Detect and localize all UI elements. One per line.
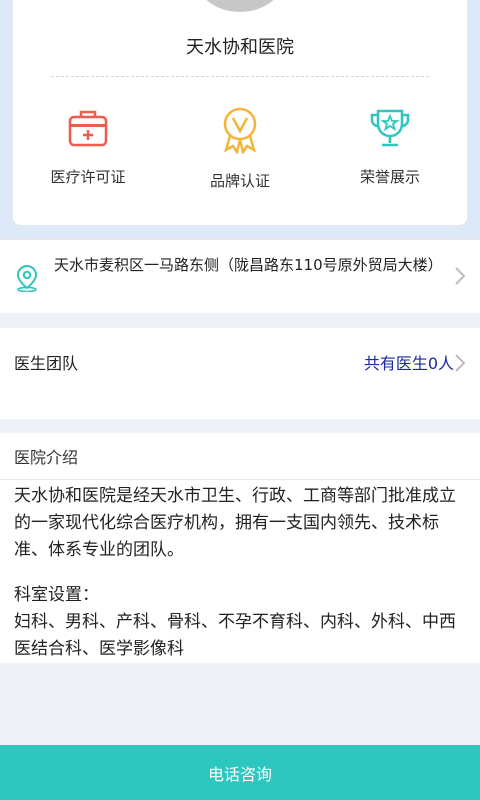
address-text: 天水市麦积区一马路东侧（陇昌路东110号原外贸局大楼）: [54, 256, 443, 274]
departments-list: 妇科、男科、产科、骨科、不孕不育科、内科、外科、中西医结合科、医学影像科: [14, 612, 456, 659]
phone-consult-button[interactable]: 电话咨询: [0, 745, 480, 800]
feature-label: 荣誉展示: [359, 168, 420, 186]
feature-honors[interactable]: 荣誉展示: [315, 106, 465, 187]
hospital-card: 天水协和医院 医疗许可证 品牌认证 荣誉展示: [13, 0, 467, 225]
hospital-name: 天水协和医院: [186, 37, 294, 58]
intro-title: 医院介绍: [14, 448, 79, 467]
dashed-divider: [51, 76, 429, 77]
chevron-right-icon: [455, 267, 466, 285]
intro-body: 天水协和医院是经天水市卫生、行政、工商等部门批准成立的一家现代化综合医疗机构，拥…: [14, 486, 456, 560]
chevron-right-icon: [455, 354, 466, 372]
feature-label: 品牌认证: [209, 172, 270, 190]
hospital-avatar: [195, 0, 285, 12]
doctor-count: 共有医生0人: [363, 354, 454, 373]
departments-title: 科室设置：: [14, 585, 99, 605]
brand-medal-icon: [223, 107, 257, 154]
address-row[interactable]: 天水市麦积区一马路东侧（陇昌路东110号原外贸局大楼）: [0, 239, 480, 313]
hospital-intro-section: 医院介绍 天水协和医院是经天水市卫生、行政、工商等部门批准成立的一家现代化综合医…: [0, 433, 480, 663]
feature-brand-certification[interactable]: 品牌认证: [165, 106, 315, 191]
doctor-team-title: 医生团队: [14, 354, 79, 373]
location-pin-icon: [16, 264, 38, 292]
doctor-team-row[interactable]: 医生团队 共有医生0人: [0, 328, 480, 419]
trophy-icon: [370, 109, 410, 147]
medical-kit-icon: [68, 110, 108, 147]
feature-medical-license[interactable]: 医疗许可证: [13, 106, 163, 187]
intro-divider: [0, 479, 480, 480]
feature-label: 医疗许可证: [50, 168, 126, 186]
